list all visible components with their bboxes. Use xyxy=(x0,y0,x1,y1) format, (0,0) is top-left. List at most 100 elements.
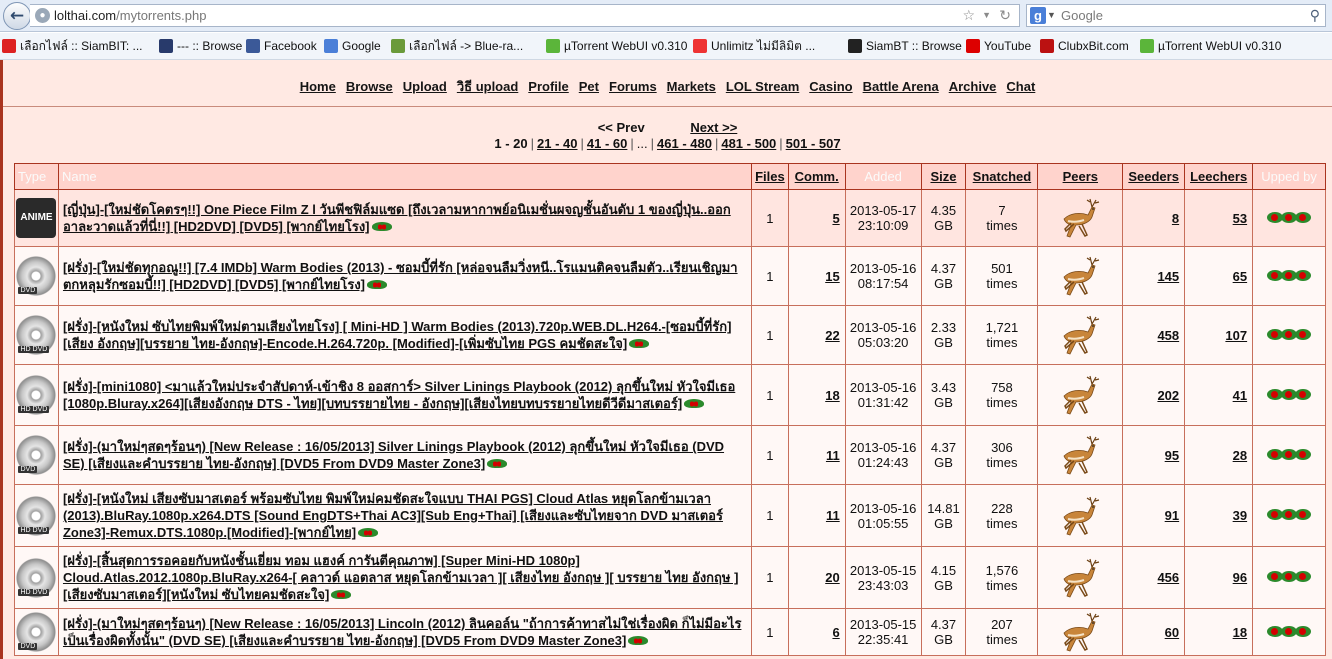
header-leechers[interactable]: Leechers xyxy=(1184,163,1254,190)
holly-uploader-icon[interactable] xyxy=(1267,445,1312,463)
address-bar[interactable]: ● lolthai.com/mytorrents.php ☆ ▼ ↻ xyxy=(30,4,1020,27)
anime-category-icon[interactable]: ANIME xyxy=(16,198,57,238)
dvd-category-icon[interactable]: DVD xyxy=(16,435,57,475)
cell-leechers[interactable]: 39 xyxy=(1184,484,1254,547)
search-box[interactable]: g ▼ Google ⚲ xyxy=(1026,4,1326,27)
dvd-category-icon[interactable]: HD DVD xyxy=(16,375,57,415)
deer-peers-icon[interactable] xyxy=(1056,555,1104,601)
nav-link-8[interactable]: LOL Stream xyxy=(726,79,799,94)
deer-peers-icon[interactable] xyxy=(1056,372,1104,418)
bookmark-item[interactable]: Facebook xyxy=(246,39,317,54)
holly-uploader-icon[interactable] xyxy=(1267,266,1312,284)
pager-link[interactable]: 481 - 500 xyxy=(721,136,776,151)
bookmark-item[interactable]: ClubxBit.com xyxy=(1040,39,1129,54)
bookmark-item[interactable]: µTorrent WebUI v0.310 xyxy=(1140,39,1281,54)
holly-uploader-icon[interactable] xyxy=(1267,325,1312,343)
cell-leechers[interactable]: 53 xyxy=(1184,189,1254,247)
holly-uploader-icon[interactable] xyxy=(1267,622,1312,640)
google-icon[interactable]: g xyxy=(1030,7,1046,24)
pager-link[interactable]: 461 - 480 xyxy=(657,136,712,151)
dvd-category-icon[interactable]: DVD xyxy=(16,612,57,652)
cell-seeders[interactable]: 202 xyxy=(1122,364,1186,426)
header-size[interactable]: Size xyxy=(920,163,967,190)
bookmark-star-icon[interactable]: ☆ xyxy=(962,5,975,26)
cell-seeders[interactable]: 60 xyxy=(1122,608,1186,656)
nav-link-12[interactable]: Chat xyxy=(1006,79,1035,94)
dvd-category-icon[interactable]: HD DVD xyxy=(16,495,57,536)
prev-link[interactable]: << Prev xyxy=(598,120,645,135)
deer-peers-icon[interactable] xyxy=(1056,432,1104,478)
nav-link-9[interactable]: Casino xyxy=(809,79,852,94)
bookmark-item[interactable]: Unlimitz ไม่มีลิมิต ... xyxy=(693,39,815,54)
holly-uploader-icon[interactable] xyxy=(1267,208,1312,226)
cell-leechers[interactable]: 96 xyxy=(1184,546,1254,609)
torrent-name-link[interactable]: [ฝรั่ง]-(มาใหม่ๆสดๆร้อนๆ) [New Release :… xyxy=(63,439,724,471)
cell-comments[interactable]: 15 xyxy=(787,246,846,306)
holly-uploader-icon[interactable] xyxy=(1267,505,1312,523)
cell-leechers[interactable]: 65 xyxy=(1184,246,1254,306)
dvd-category-icon[interactable]: HD DVD xyxy=(16,557,57,598)
cell-leechers[interactable]: 28 xyxy=(1184,425,1254,485)
cell-comments[interactable]: 22 xyxy=(787,305,846,365)
header-seeders[interactable]: Seeders xyxy=(1122,163,1186,190)
torrent-name-link[interactable]: [ญี่ปุ่น]-[ใหม่ชัดโคตรๆ!!] One Piece Fil… xyxy=(63,202,731,234)
torrent-name-link[interactable]: [ฝรั่ง]-[สิ้นสุดการรอคอยกับหนังชั้นเยี่ย… xyxy=(63,553,738,602)
torrent-name-link[interactable]: [ฝรั่ง]-[ใหม่ชัดทุกอณู!!] [7.4 IMDb] War… xyxy=(63,260,738,292)
nav-link-10[interactable]: Battle Arena xyxy=(863,79,939,94)
header-name[interactable]: Name xyxy=(57,163,753,190)
next-link[interactable]: Next >> xyxy=(690,120,737,135)
header-files[interactable]: Files xyxy=(751,163,789,190)
nav-link-6[interactable]: Forums xyxy=(609,79,657,94)
cell-seeders[interactable]: 91 xyxy=(1122,484,1186,547)
cell-seeders[interactable]: 95 xyxy=(1122,425,1186,485)
cell-seeders[interactable]: 456 xyxy=(1122,546,1186,609)
cell-seeders[interactable]: 145 xyxy=(1122,246,1186,306)
deer-peers-icon[interactable] xyxy=(1056,195,1104,241)
cell-comments[interactable]: 20 xyxy=(787,546,846,609)
holly-uploader-icon[interactable] xyxy=(1267,385,1312,403)
deer-peers-icon[interactable] xyxy=(1056,253,1104,299)
deer-peers-icon[interactable] xyxy=(1056,609,1104,655)
nav-link-2[interactable]: Upload xyxy=(403,79,447,94)
cell-comments[interactable]: 18 xyxy=(787,364,846,426)
nav-link-7[interactable]: Markets xyxy=(667,79,716,94)
dvd-category-icon[interactable]: DVD xyxy=(16,256,57,296)
nav-link-1[interactable]: Browse xyxy=(346,79,393,94)
cell-leechers[interactable]: 18 xyxy=(1184,608,1254,656)
dvd-category-icon[interactable]: HD DVD xyxy=(16,315,57,355)
cell-comments[interactable]: 6 xyxy=(787,608,846,656)
bookmark-item[interactable]: เลือกไฟล์ :: SiamBIT: ... xyxy=(2,39,143,54)
nav-link-11[interactable]: Archive xyxy=(949,79,997,94)
engine-dropdown-icon[interactable]: ▼ xyxy=(1047,5,1056,26)
bookmark-item[interactable]: --- :: Browse xyxy=(159,39,242,54)
cell-comments[interactable]: 5 xyxy=(787,189,846,247)
pager-link[interactable]: 501 - 507 xyxy=(786,136,841,151)
cell-seeders[interactable]: 8 xyxy=(1122,189,1186,247)
nav-link-0[interactable]: Home xyxy=(300,79,336,94)
bookmark-item[interactable]: µTorrent WebUI v0.310 xyxy=(546,39,687,54)
nav-link-3[interactable]: วิธี upload xyxy=(457,79,518,94)
pager-link[interactable]: 21 - 40 xyxy=(537,136,577,151)
bookmark-item[interactable]: SiamBT :: Browse xyxy=(848,39,962,54)
back-arrow-icon[interactable]: ← xyxy=(3,2,31,30)
cell-leechers[interactable]: 107 xyxy=(1184,305,1254,365)
nav-link-5[interactable]: Pet xyxy=(579,79,599,94)
header-added[interactable]: Added xyxy=(844,163,922,190)
search-icon[interactable]: ⚲ xyxy=(1310,5,1320,26)
bookmark-item[interactable]: Google xyxy=(324,39,381,54)
header-comments[interactable]: Comm. xyxy=(787,163,846,190)
torrent-name-link[interactable]: [ฝรั่ง]-[mini1080] <มาแล้วใหม่ประจำสัปดา… xyxy=(63,379,735,411)
pager-link[interactable]: 41 - 60 xyxy=(587,136,627,151)
header-snatched[interactable]: Snatched xyxy=(965,163,1039,190)
deer-peers-icon[interactable] xyxy=(1056,312,1104,358)
history-dropdown-icon[interactable]: ▼ xyxy=(982,5,991,26)
bookmark-item[interactable]: เลือกไฟล์ -> Blue-ra... xyxy=(391,39,523,54)
cell-comments[interactable]: 11 xyxy=(787,484,846,547)
cell-leechers[interactable]: 41 xyxy=(1184,364,1254,426)
nav-link-4[interactable]: Profile xyxy=(528,79,568,94)
holly-uploader-icon[interactable] xyxy=(1267,567,1312,585)
deer-peers-icon[interactable] xyxy=(1056,493,1104,539)
cell-seeders[interactable]: 458 xyxy=(1122,305,1186,365)
reload-icon[interactable]: ↻ xyxy=(999,5,1011,26)
header-peers[interactable]: Peers xyxy=(1037,163,1124,190)
